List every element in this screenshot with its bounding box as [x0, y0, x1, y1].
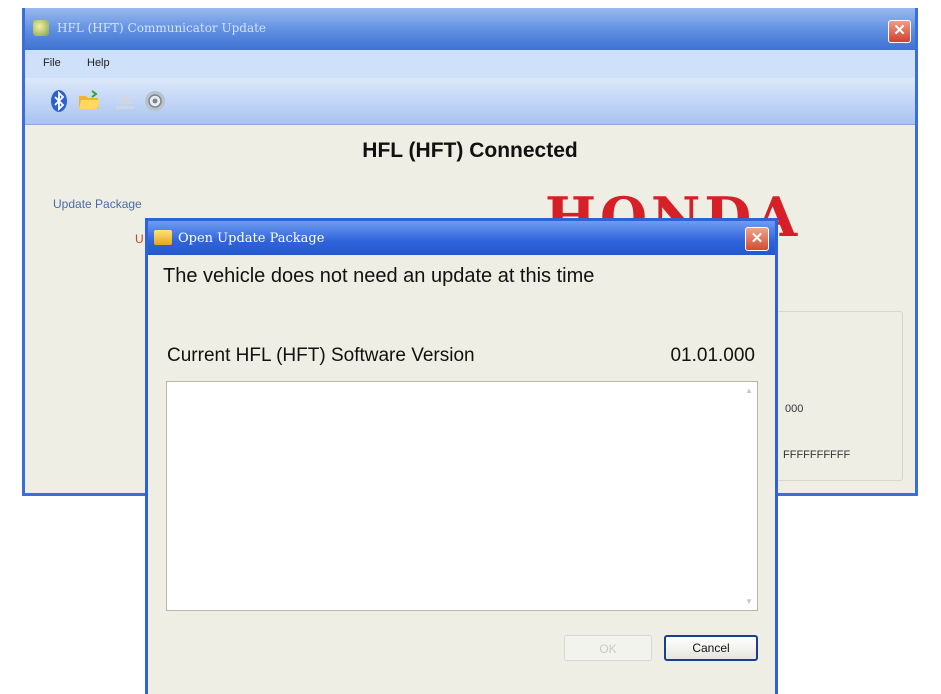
folder-icon [154, 230, 172, 245]
connection-status-heading: HFL (HFT) Connected [362, 139, 578, 162]
main-window-title: HFL (HFT) Communicator Update [57, 21, 267, 35]
app-icon [33, 20, 49, 36]
software-version-value: 01.01.000 [670, 345, 755, 366]
menu-help[interactable]: Help [87, 57, 110, 69]
partial-label: U [135, 232, 144, 246]
scroll-up-arrow-icon[interactable]: ▲ [745, 386, 753, 395]
menu-file[interactable]: File [43, 57, 61, 69]
dialog-message: The vehicle does not need an update at t… [163, 265, 595, 287]
eject-icon[interactable] [113, 89, 137, 113]
ok-button[interactable]: OK [564, 635, 652, 661]
dialog-close-button[interactable]: ✕ [745, 227, 769, 251]
info-value: 000 [785, 403, 804, 415]
cancel-button[interactable]: Cancel [664, 635, 758, 661]
main-close-button[interactable]: ✕ [888, 20, 911, 43]
open-folder-icon[interactable] [77, 89, 101, 113]
toolbar [25, 78, 915, 125]
scroll-down-arrow-icon[interactable]: ▼ [745, 597, 753, 606]
dialog-titlebar[interactable]: Open Update Package ✕ [148, 221, 775, 255]
main-titlebar[interactable]: HFL (HFT) Communicator Update ✕ [25, 8, 915, 50]
info-value: FFFFFFFFFF [783, 449, 851, 461]
details-textarea[interactable]: ▲ ▼ [166, 381, 758, 611]
bluetooth-icon[interactable] [47, 89, 71, 113]
menubar: File Help [25, 50, 915, 78]
update-package-label: Update Package [53, 197, 142, 211]
dialog-title: Open Update Package [178, 231, 325, 246]
settings-gear-icon[interactable] [143, 89, 167, 113]
software-version-label: Current HFL (HFT) Software Version [167, 345, 475, 366]
open-update-package-dialog: Open Update Package ✕ The vehicle does n… [145, 218, 778, 694]
